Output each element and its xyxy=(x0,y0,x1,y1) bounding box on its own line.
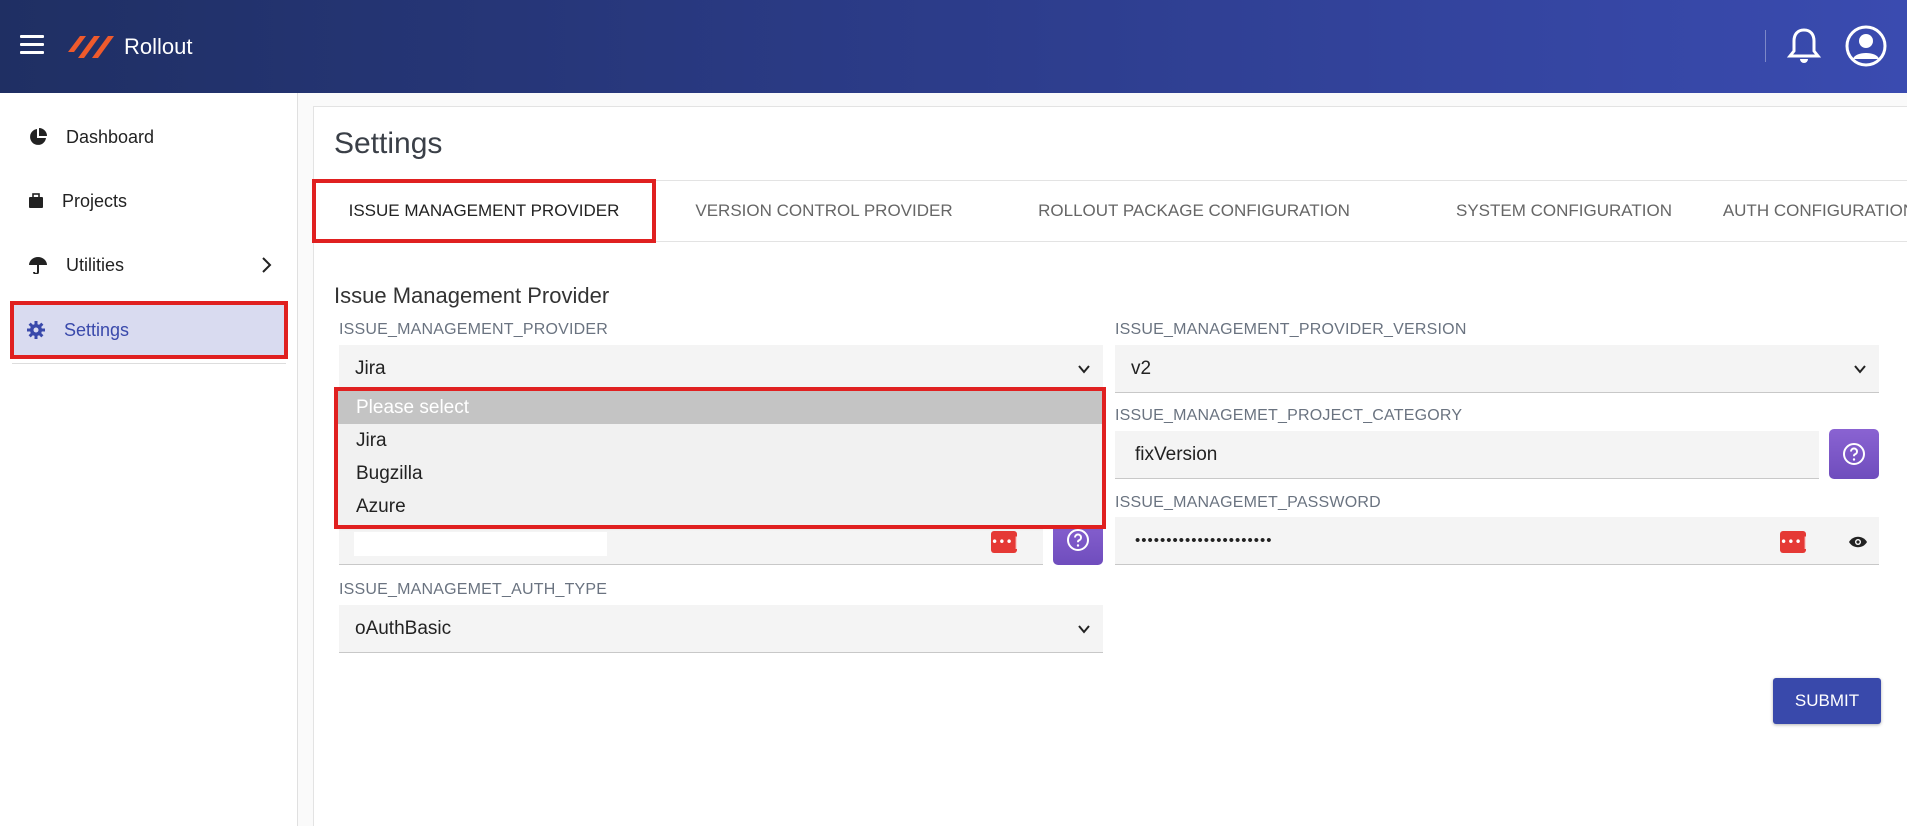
hamburger-menu-icon[interactable] xyxy=(20,35,44,57)
password-label: ISSUE_MANAGEMET_PASSWORD xyxy=(1115,494,1381,511)
password-manager-icon[interactable]: •••| xyxy=(1780,531,1809,553)
input-autofill-strip xyxy=(354,532,607,556)
provider-select-value: Jira xyxy=(355,358,386,379)
top-app-bar: Rollout xyxy=(0,0,1907,93)
chevron-right-icon xyxy=(262,257,272,273)
provider-version-select-value: v2 xyxy=(1131,358,1152,379)
sidebar-divider xyxy=(12,363,286,364)
bell-icon[interactable] xyxy=(1786,26,1822,66)
password-input[interactable]: •••••••••••••••••••••• xyxy=(1115,517,1879,565)
dropdown-option-jira[interactable]: Jira xyxy=(338,424,1102,457)
eye-icon[interactable] xyxy=(1848,535,1868,549)
sidebar-item-settings[interactable]: Settings xyxy=(10,301,288,359)
auth-type-select[interactable]: oAuthBasic xyxy=(339,605,1103,653)
chevron-down-icon xyxy=(1854,365,1866,374)
chevron-down-icon xyxy=(1078,365,1090,374)
chevron-down-icon xyxy=(1078,625,1090,634)
password-manager-icon[interactable]: •••| xyxy=(991,531,1020,553)
rollout-logo-icon xyxy=(68,36,114,58)
auth-type-label: ISSUE_MANAGEMET_AUTH_TYPE xyxy=(339,581,608,598)
gear-icon xyxy=(24,318,48,342)
sidebar-item-dashboard[interactable]: Dashboard xyxy=(12,110,286,164)
help-icon xyxy=(1067,529,1089,551)
provider-dropdown-list: Please select Jira Bugzilla Azure xyxy=(334,387,1106,529)
sidebar: Dashboard Projects Utilities Settings xyxy=(0,93,298,826)
provider-select[interactable]: Jira xyxy=(339,345,1103,393)
provider-label: ISSUE_MANAGEMENT_PROVIDER xyxy=(339,321,609,338)
page-title: Settings xyxy=(334,127,443,160)
section-title: Issue Management Provider xyxy=(334,283,610,308)
sidebar-item-label: Projects xyxy=(62,190,128,211)
help-icon xyxy=(1843,443,1865,465)
dropdown-option-azure[interactable]: Azure xyxy=(338,490,1102,523)
sidebar-item-utilities[interactable]: Utilities xyxy=(12,238,286,292)
tab-rollout-package-configuration[interactable]: ROLLOUT PACKAGE CONFIGURATION xyxy=(994,181,1394,241)
header-divider xyxy=(1765,30,1766,62)
dropdown-option-please-select[interactable]: Please select xyxy=(338,391,1102,424)
pie-chart-icon xyxy=(26,125,50,149)
help-button-category[interactable] xyxy=(1829,429,1879,479)
sidebar-item-label: Settings xyxy=(64,319,130,340)
tab-version-control-provider[interactable]: VERSION CONTROL PROVIDER xyxy=(654,181,994,241)
provider-version-select[interactable]: v2 xyxy=(1115,345,1879,393)
sidebar-item-label: Utilities xyxy=(66,254,125,275)
submit-button[interactable]: SUBMIT xyxy=(1773,678,1881,724)
settings-tabs: ISSUE MANAGEMENT PROVIDER VERSION CONTRO… xyxy=(312,179,1907,243)
tab-auth-configuration[interactable]: AUTH CONFIGURATION xyxy=(1669,181,1907,241)
user-avatar-icon[interactable] xyxy=(1845,25,1887,67)
umbrella-icon xyxy=(26,253,50,277)
dropdown-option-bugzilla[interactable]: Bugzilla xyxy=(338,457,1102,490)
auth-type-select-value: oAuthBasic xyxy=(355,618,452,639)
briefcase-icon xyxy=(24,189,48,213)
tab-issue-management-provider[interactable]: ISSUE MANAGEMENT PROVIDER xyxy=(312,179,656,243)
provider-version-label: ISSUE_MANAGEMENT_PROVIDER_VERSION xyxy=(1115,321,1467,338)
project-category-input[interactable]: fixVersion xyxy=(1115,431,1819,479)
sidebar-item-label: Dashboard xyxy=(66,126,155,147)
sidebar-item-projects[interactable]: Projects xyxy=(12,174,286,228)
project-category-label: ISSUE_MANAGEMET_PROJECT_CATEGORY xyxy=(1115,407,1463,424)
app-brand-name: Rollout xyxy=(124,34,193,59)
